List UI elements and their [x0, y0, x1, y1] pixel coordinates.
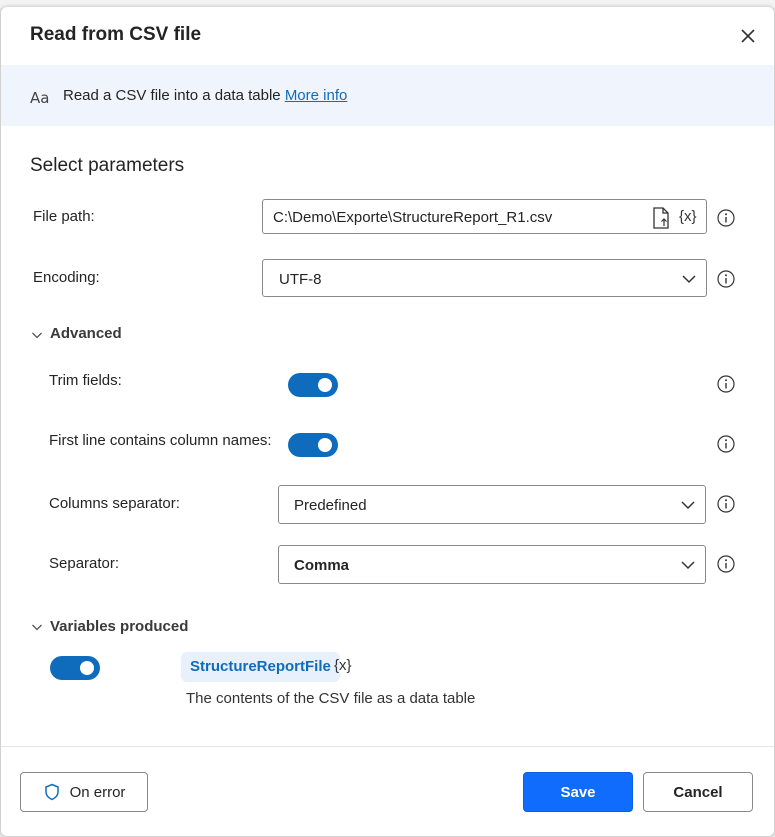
banner-description: Read a CSV file into a data table — [63, 87, 281, 104]
first-line-info-icon[interactable] — [717, 435, 735, 453]
first-line-label: First line contains column names: — [49, 432, 272, 449]
save-button[interactable]: Save — [523, 772, 633, 812]
columns-separator-dropdown[interactable]: Predefined — [278, 485, 706, 524]
separator-dropdown[interactable]: Comma — [278, 545, 706, 584]
encoding-dropdown[interactable]: UTF-8 — [262, 259, 707, 297]
columns-separator-info-icon[interactable] — [717, 495, 735, 513]
encoding-info-icon[interactable] — [717, 270, 735, 288]
columns-separator-label: Columns separator: — [49, 495, 180, 512]
select-parameters-heading: Select parameters — [30, 155, 185, 176]
banner-text: Read a CSV file into a data table More i… — [63, 87, 347, 104]
toggle-knob — [80, 661, 94, 675]
variable-x-icon[interactable]: {x} — [334, 657, 352, 674]
chevron-down-icon — [681, 561, 695, 570]
separator-value: Comma — [294, 557, 350, 574]
separator-info-icon[interactable] — [717, 555, 735, 573]
close-icon — [741, 29, 755, 43]
read-csv-dialog: Read from CSV file Aa Read a CSV file in… — [1, 7, 774, 836]
file-path-input[interactable]: C:\Demo\Exporte\StructureReport_R1.csv {… — [262, 199, 707, 234]
footer-divider — [1, 746, 774, 747]
file-path-info-icon[interactable] — [717, 209, 735, 227]
close-button[interactable] — [737, 25, 759, 47]
shield-icon — [44, 783, 59, 801]
insert-variable-icon[interactable]: {x} — [679, 208, 697, 225]
file-path-label: File path: — [33, 208, 95, 225]
text-aa-icon: Aa — [30, 89, 50, 107]
columns-separator-value: Predefined — [294, 497, 367, 514]
trim-fields-toggle[interactable] — [288, 373, 338, 397]
file-path-value: C:\Demo\Exporte\StructureReport_R1.csv — [273, 209, 553, 226]
variables-produced-header[interactable]: Variables produced — [50, 618, 188, 635]
separator-label: Separator: — [49, 555, 120, 572]
variable-description: The contents of the CSV file as a data t… — [186, 690, 476, 707]
dialog-title: Read from CSV file — [30, 24, 202, 45]
variables-collapse-icon[interactable] — [31, 621, 43, 633]
toggle-knob — [318, 378, 332, 392]
first-line-toggle[interactable] — [288, 433, 338, 457]
on-error-label: On error — [69, 783, 126, 801]
cancel-button[interactable]: Cancel — [643, 772, 753, 812]
variable-enabled-toggle[interactable] — [50, 656, 100, 680]
variable-name-pill[interactable]: StructureReportFile — [181, 652, 340, 682]
chevron-down-icon — [681, 501, 695, 510]
advanced-collapse-icon[interactable] — [31, 329, 43, 341]
advanced-header[interactable]: Advanced — [50, 325, 122, 342]
info-banner: Aa Read a CSV file into a data table Mor… — [1, 65, 774, 126]
chevron-down-icon — [682, 275, 696, 284]
encoding-label: Encoding: — [33, 269, 100, 286]
encoding-value: UTF-8 — [279, 271, 322, 288]
trim-fields-info-icon[interactable] — [717, 375, 735, 393]
toggle-knob — [318, 438, 332, 452]
more-info-link[interactable]: More info — [285, 87, 348, 104]
on-error-button[interactable]: On error — [20, 772, 148, 812]
select-file-icon[interactable] — [651, 206, 671, 230]
trim-fields-label: Trim fields: — [49, 372, 122, 389]
